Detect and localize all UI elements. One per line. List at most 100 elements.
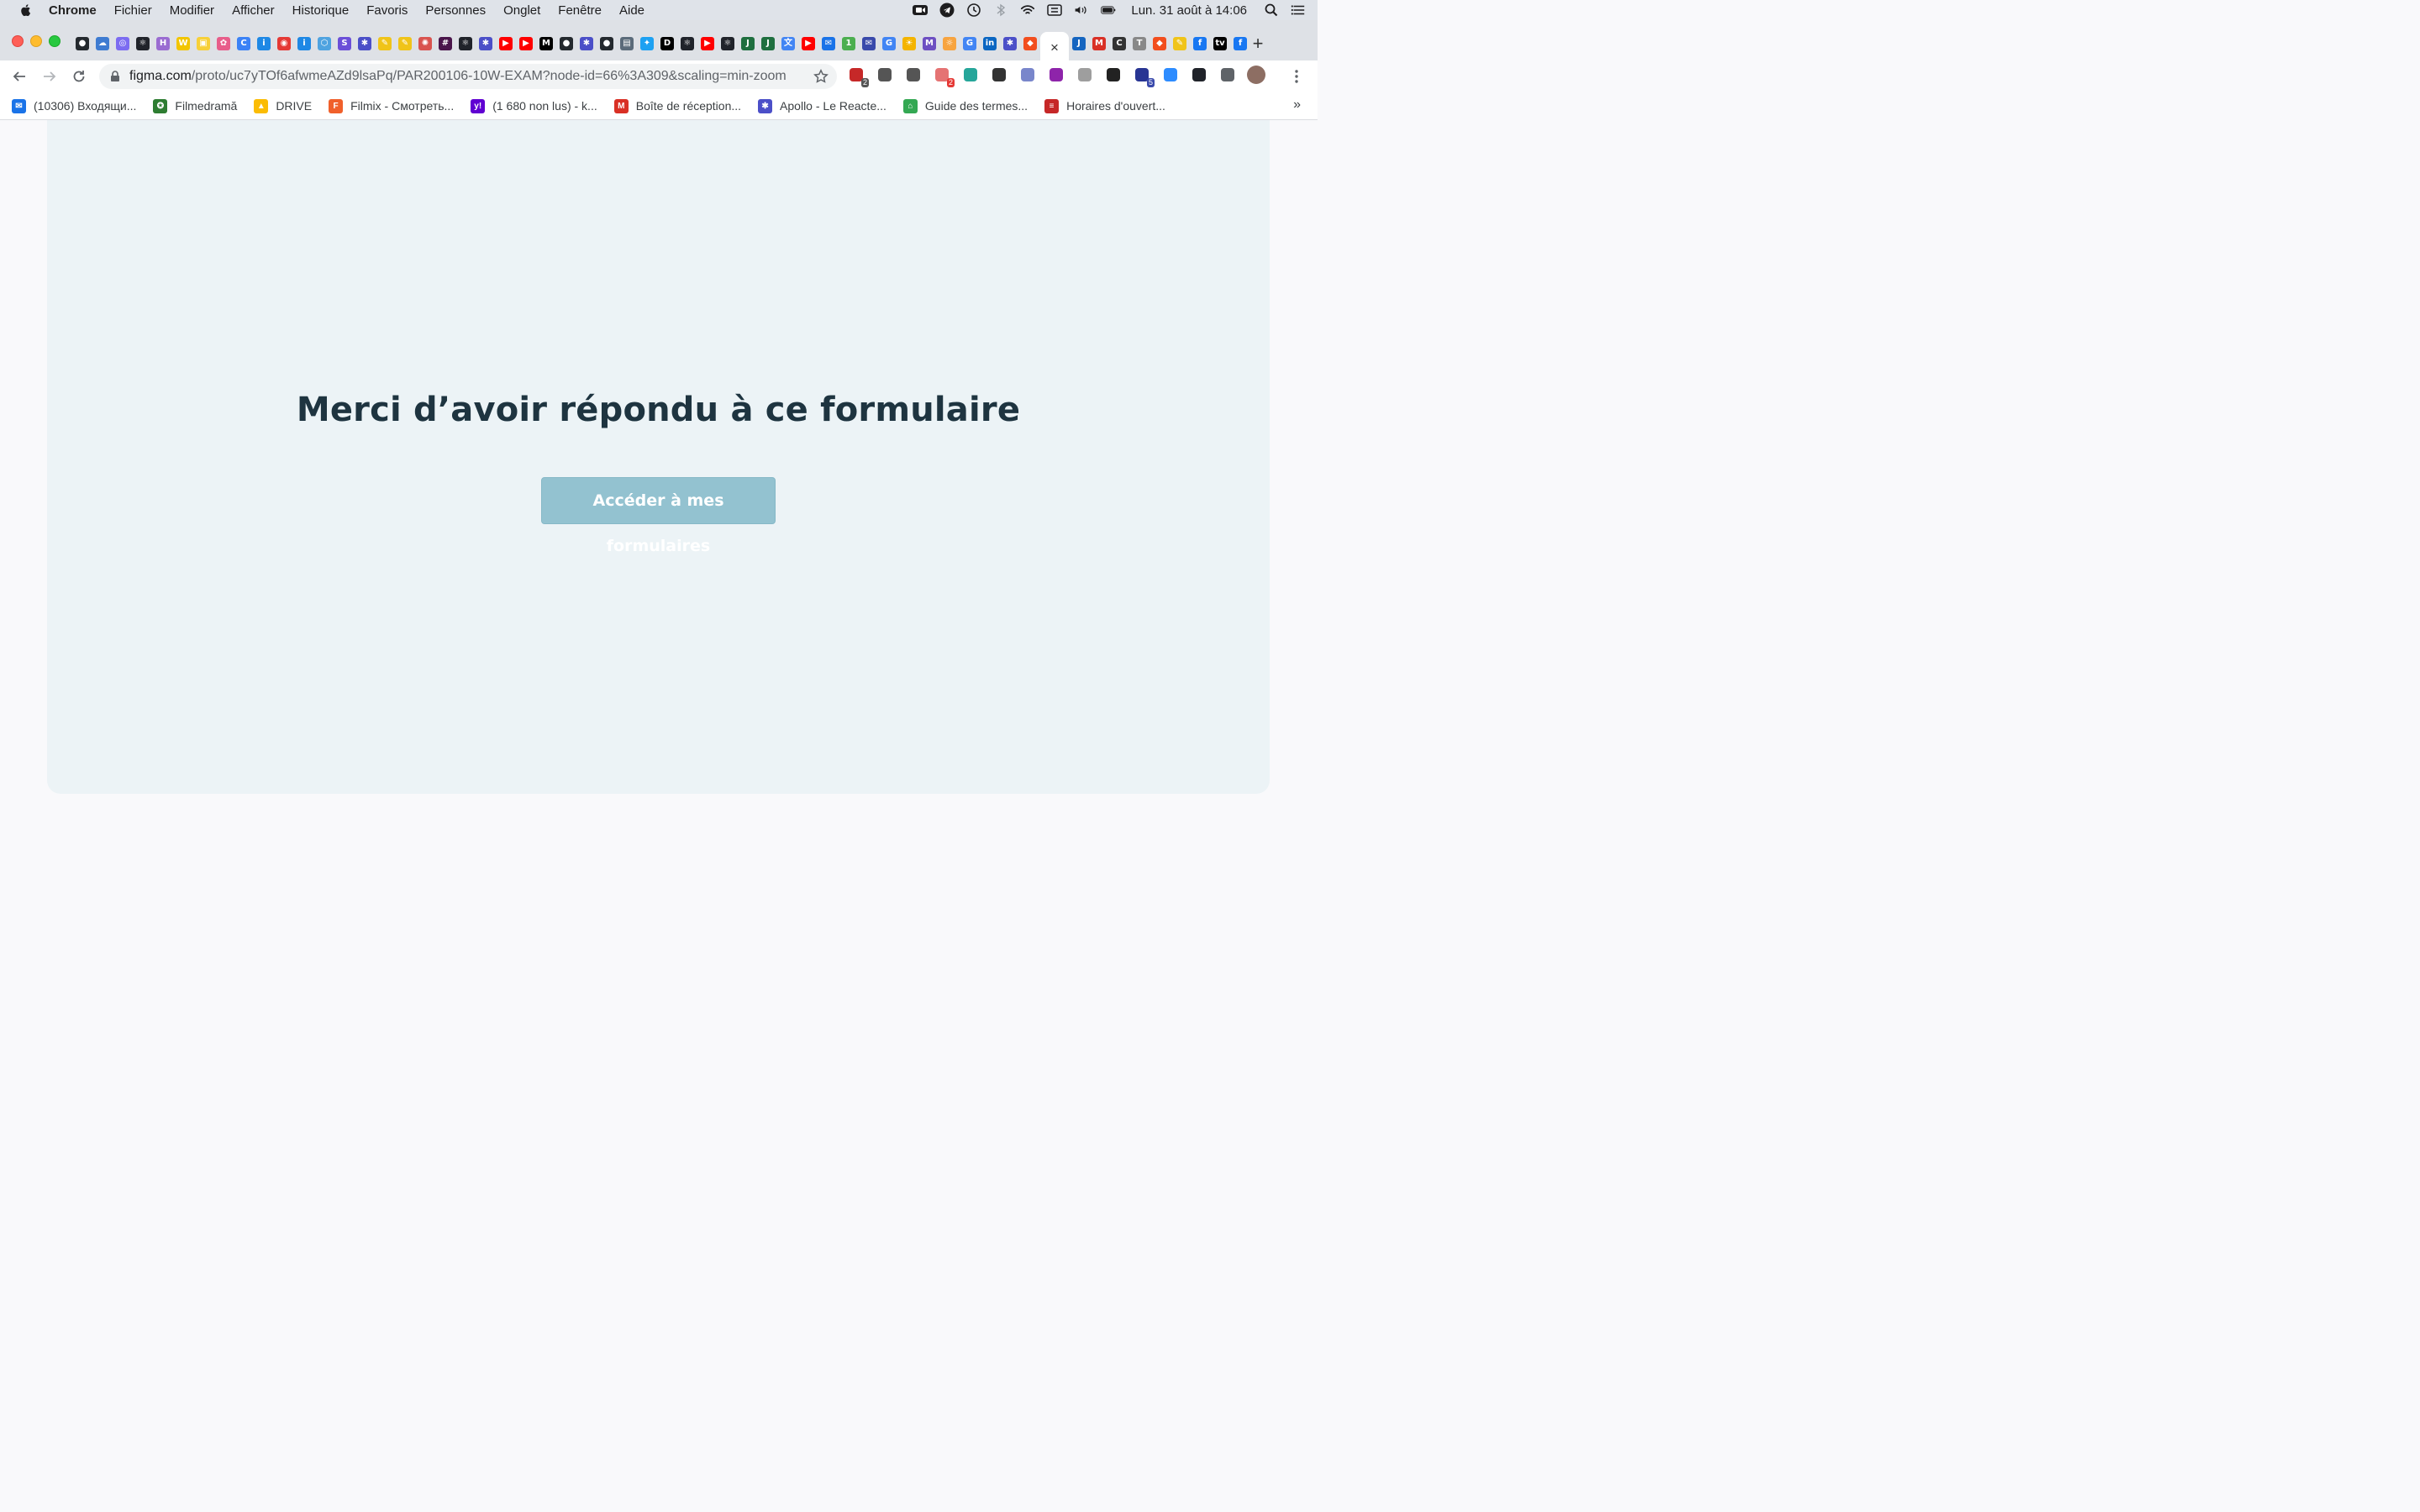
- eyedropper-icon[interactable]: [876, 66, 894, 84]
- tab[interactable]: ▣: [193, 34, 213, 54]
- tab[interactable]: J: [738, 34, 758, 54]
- zoom-icon[interactable]: [913, 3, 929, 17]
- wifi-icon[interactable]: [1020, 3, 1035, 17]
- bookmark-item[interactable]: ✉ (10306) Входящи...: [12, 98, 136, 113]
- bookmark-star-icon[interactable]: [813, 69, 829, 84]
- bookmark-item[interactable]: M Boîte de réception...: [613, 98, 741, 113]
- puzzle-icon[interactable]: [1218, 66, 1237, 84]
- graduation-icon[interactable]: 5: [1133, 66, 1155, 87]
- tab[interactable]: ▶: [496, 34, 516, 54]
- ruler-icon[interactable]: 2: [933, 66, 955, 87]
- menu-fenetre[interactable]: Fenêtre: [558, 3, 602, 18]
- control-center-icon[interactable]: [1291, 3, 1306, 17]
- tab[interactable]: ✎: [375, 34, 395, 54]
- tab[interactable]: M: [1089, 34, 1109, 54]
- lock-icon[interactable]: [109, 71, 121, 82]
- url-text[interactable]: figma.com/proto/uc7yTOf6afwmeAZd9lsaPq/P…: [129, 69, 786, 84]
- tab[interactable]: ☼: [939, 34, 960, 54]
- tab[interactable]: ✉: [818, 34, 839, 54]
- menu-favoris[interactable]: Favoris: [366, 3, 408, 18]
- avatar-icon[interactable]: [1247, 66, 1265, 84]
- bookmark-item[interactable]: ⌂ Guide des termes...: [902, 98, 1028, 113]
- forward-button[interactable]: [40, 67, 59, 86]
- bookmark-item[interactable]: F Filmix - Смотреть...: [329, 98, 454, 113]
- tab[interactable]: H: [153, 34, 173, 54]
- back-button[interactable]: [10, 67, 29, 86]
- zoom-icon[interactable]: [1161, 66, 1180, 84]
- bookmark-item[interactable]: ✱ Apollo - Le Reacte...: [758, 98, 886, 113]
- tab[interactable]: in: [980, 34, 1000, 54]
- my-forms-button[interactable]: Accéder à mes formulaires: [541, 477, 776, 555]
- tab[interactable]: J: [758, 34, 778, 54]
- tab[interactable]: S: [334, 34, 355, 54]
- tab[interactable]: M: [536, 34, 556, 54]
- tab[interactable]: G: [960, 34, 980, 54]
- broadcast-icon[interactable]: [1047, 66, 1065, 84]
- tab[interactable]: ◎: [113, 34, 133, 54]
- tab[interactable]: ●: [556, 34, 576, 54]
- tab[interactable]: 1: [839, 34, 859, 54]
- shield-icon[interactable]: [1076, 66, 1094, 84]
- adblock-icon[interactable]: 2: [847, 66, 869, 87]
- tab[interactable]: ☀: [899, 34, 919, 54]
- window-zoom-button[interactable]: [49, 35, 60, 47]
- bookmark-item[interactable]: ✪ Filmedramă: [153, 98, 237, 113]
- tab[interactable]: M: [919, 34, 939, 54]
- tab[interactable]: T: [1129, 34, 1150, 54]
- react-icon[interactable]: [1190, 66, 1208, 84]
- image-icon[interactable]: [1104, 66, 1123, 84]
- menu-historique[interactable]: Historique: [292, 3, 350, 18]
- tab[interactable]: ✎: [395, 34, 415, 54]
- window-minimize-button[interactable]: [30, 35, 42, 47]
- tab[interactable]: ✺: [415, 34, 435, 54]
- menu-fichier[interactable]: Fichier: [114, 3, 152, 18]
- tab[interactable]: ✱: [355, 34, 375, 54]
- json-icon[interactable]: [990, 66, 1008, 84]
- tab[interactable]: ⚛: [718, 34, 738, 54]
- tab[interactable]: ✱: [576, 34, 597, 54]
- tab[interactable]: W: [173, 34, 193, 54]
- tab[interactable]: #: [435, 34, 455, 54]
- menu-modifier[interactable]: Modifier: [170, 3, 214, 18]
- menu-personnes[interactable]: Personnes: [425, 3, 486, 18]
- spotlight-search-icon[interactable]: [1264, 3, 1279, 17]
- apple-logo-icon[interactable]: [18, 3, 34, 18]
- tab[interactable]: ☁: [92, 34, 113, 54]
- bluetooth-icon[interactable]: [993, 3, 1008, 17]
- tab[interactable]: 文: [778, 34, 798, 54]
- bookmark-item[interactable]: ≡ Horaires d'ouvert...: [1044, 98, 1165, 113]
- tab[interactable]: ●: [72, 34, 92, 54]
- time-machine-icon[interactable]: [966, 3, 981, 17]
- tab[interactable]: ✉: [859, 34, 879, 54]
- tab[interactable]: ◉: [274, 34, 294, 54]
- tab[interactable]: ⚛: [455, 34, 476, 54]
- reload-button[interactable]: [70, 67, 88, 86]
- tab[interactable]: ✱: [1000, 34, 1020, 54]
- tab[interactable]: ⚛: [133, 34, 153, 54]
- tab[interactable]: ◆: [1020, 34, 1040, 54]
- window-close-button[interactable]: [12, 35, 24, 47]
- keyboard-icon[interactable]: [1047, 3, 1063, 17]
- telegram-icon[interactable]: [939, 3, 955, 18]
- tab[interactable]: ◆: [1150, 34, 1170, 54]
- tab[interactable]: i: [294, 34, 314, 54]
- tab[interactable]: ✦: [637, 34, 657, 54]
- menu-bar-clock[interactable]: Lun. 31 août à 14:06: [1131, 3, 1247, 18]
- menu-afficher[interactable]: Afficher: [232, 3, 275, 18]
- menu-aide[interactable]: Aide: [619, 3, 644, 18]
- tab[interactable]: f: [1190, 34, 1210, 54]
- tab[interactable]: C: [1109, 34, 1129, 54]
- tab[interactable]: ✎: [1170, 34, 1190, 54]
- new-tab-button[interactable]: +: [1249, 33, 1267, 54]
- address-bar[interactable]: figma.com/proto/uc7yTOf6afwmeAZd9lsaPq/P…: [99, 64, 837, 89]
- bookmark-item[interactable]: y! (1 680 non lus) - k...: [471, 98, 597, 113]
- tab[interactable]: ▶: [516, 34, 536, 54]
- tab[interactable]: ▤: [617, 34, 637, 54]
- tab[interactable]: G: [879, 34, 899, 54]
- menu-app-name[interactable]: Chrome: [49, 3, 97, 18]
- tab[interactable]: ●: [597, 34, 617, 54]
- tab[interactable]: D: [657, 34, 677, 54]
- bird-icon[interactable]: [961, 66, 980, 84]
- tab[interactable]: ▶: [798, 34, 818, 54]
- battery-icon[interactable]: [1101, 3, 1116, 17]
